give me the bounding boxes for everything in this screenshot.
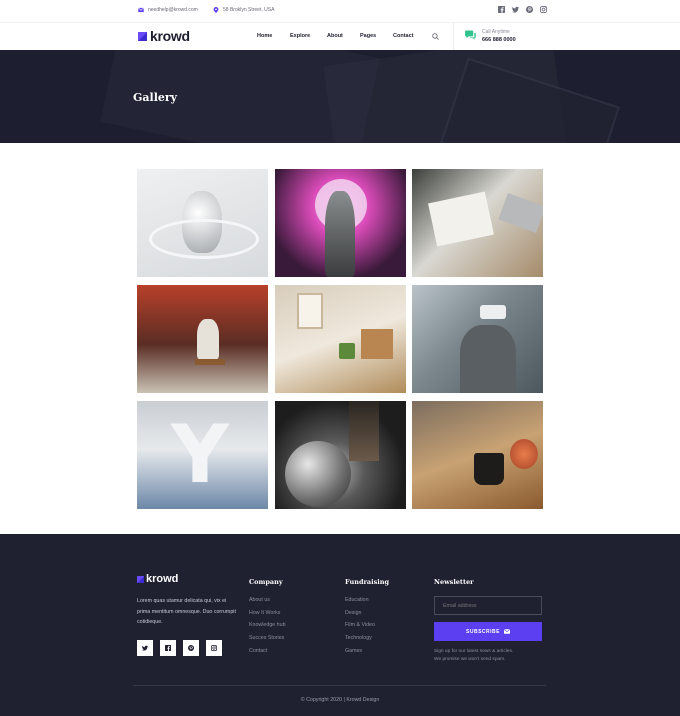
footer-about-text: Lorem quas utamur delicata qui, vix ei p…: [137, 598, 236, 625]
mail-icon: [138, 7, 144, 13]
search-icon[interactable]: [432, 33, 439, 40]
gallery-grid: Y: [137, 169, 544, 509]
twitter-icon[interactable]: [137, 640, 153, 656]
gallery-item-vr-headset[interactable]: [412, 285, 543, 393]
footer-link-technology[interactable]: Technology: [345, 635, 389, 648]
footer-link-design[interactable]: Design: [345, 610, 389, 623]
letter-y-shape: Y: [171, 408, 229, 501]
newsletter-block: Newsletter SUBSCRIBE Sign up for our lat…: [434, 578, 542, 662]
figure-shape: [325, 191, 355, 277]
subscribe-label: SUBSCRIBE: [466, 628, 500, 635]
cup-shape: [474, 453, 504, 485]
facebook-icon[interactable]: [498, 6, 505, 13]
gallery-item-workspace-frames[interactable]: [275, 285, 406, 393]
nav-contact[interactable]: Contact: [393, 33, 413, 39]
gallery-item-disco-ball[interactable]: [275, 401, 406, 509]
header-divider: [453, 23, 454, 50]
instagram-icon[interactable]: [206, 640, 222, 656]
page-hero: Gallery: [0, 50, 680, 143]
person-shape: [460, 325, 516, 393]
nav-explore[interactable]: Explore: [290, 33, 310, 39]
address-text: 58 Broklyn Street, USA: [223, 7, 275, 13]
gallery-item-sketching-desk[interactable]: [412, 169, 543, 277]
address-contact: 58 Broklyn Street, USA: [213, 7, 274, 13]
site-footer: krowd Lorem quas utamur delicata qui, vi…: [0, 534, 680, 716]
twitter-icon[interactable]: [512, 6, 519, 13]
footer-link-how-it-works[interactable]: How It Works: [249, 610, 286, 623]
stool-shape: [195, 359, 225, 365]
gallery-item-street-painter[interactable]: [137, 285, 268, 393]
footer-company-title: Company: [249, 578, 283, 586]
nav-home[interactable]: Home: [257, 33, 272, 39]
pinterest-icon[interactable]: [183, 640, 199, 656]
glass-shape: [510, 439, 538, 469]
newsletter-note-line-2: We promise we won't send spam.: [434, 657, 506, 662]
envelope-icon: [503, 629, 510, 634]
main-header: krowd Home Explore About Pages Contact C…: [0, 22, 680, 50]
location-pin-icon: [213, 7, 219, 13]
footer-link-success-stories[interactable]: Succes Stories: [249, 635, 286, 648]
copyright-text: © Copyright 2020 | Krowd Design: [300, 697, 380, 703]
laptop-shape: [498, 193, 543, 233]
instagram-icon[interactable]: [540, 6, 547, 13]
newsletter-email-input[interactable]: [434, 596, 542, 615]
logo-mark: [137, 575, 144, 583]
footer-divider: [133, 685, 546, 686]
footer-fundraising-title: Fundraising: [345, 578, 390, 586]
newsletter-note-line-1: Sign up for our latest news & articles.: [434, 649, 514, 654]
legs-shape: [349, 401, 379, 461]
sketchbook-shape: [428, 191, 494, 247]
gallery-item-coffee-cup[interactable]: [412, 401, 543, 509]
headset-shape: [480, 305, 506, 319]
top-socials: [498, 6, 547, 13]
box-shape: [361, 329, 393, 359]
top-bar: needhelp@krowd.com 58 Broklyn Street, US…: [0, 0, 680, 22]
footer-logo[interactable]: krowd: [137, 573, 179, 585]
frame-shape: [297, 293, 323, 329]
gallery-item-neon-figure[interactable]: [275, 169, 406, 277]
call-number[interactable]: 666 888 0000: [482, 37, 516, 43]
footer-link-knowledge-hub[interactable]: Knowledge hub: [249, 622, 286, 635]
email-contact[interactable]: needhelp@krowd.com: [138, 7, 198, 13]
footer-link-education[interactable]: Education: [345, 597, 389, 610]
nav-about[interactable]: About: [327, 33, 343, 39]
pinterest-icon[interactable]: [526, 6, 533, 13]
gallery-item-heart-sculpture[interactable]: [137, 169, 268, 277]
newsletter-note: Sign up for our latest news & articles. …: [434, 648, 554, 664]
painter-shape: [197, 319, 219, 359]
footer-link-contact[interactable]: Contact: [249, 648, 286, 661]
chat-bubble-icon: [465, 30, 476, 40]
footer-socials: [137, 640, 222, 656]
gallery-item-letter-y-sculpture[interactable]: Y: [137, 401, 268, 509]
newsletter-title: Newsletter: [434, 578, 474, 586]
main-nav: Home Explore About Pages Contact: [0, 33, 680, 43]
email-text: needhelp@krowd.com: [148, 7, 198, 13]
tube-shape: [149, 219, 259, 259]
disco-ball-shape: [285, 441, 351, 507]
page-title: Gallery: [133, 91, 178, 104]
footer-link-film-video[interactable]: Film & Video: [345, 622, 389, 635]
footer-logo-text: krowd: [146, 573, 179, 585]
call-label: Call Anytime: [482, 29, 510, 35]
footer-fundraising-column: Fundraising Education Design Film & Vide…: [345, 578, 389, 660]
hero-overlay: [0, 50, 680, 143]
facebook-icon[interactable]: [160, 640, 176, 656]
footer-company-column: Company About us How It Works Knowledge …: [249, 578, 286, 660]
footer-link-about-us[interactable]: About us: [249, 597, 286, 610]
subscribe-button[interactable]: SUBSCRIBE: [434, 622, 542, 641]
mug-shape: [339, 343, 355, 359]
footer-link-games[interactable]: Games: [345, 648, 389, 661]
nav-pages[interactable]: Pages: [360, 33, 376, 39]
